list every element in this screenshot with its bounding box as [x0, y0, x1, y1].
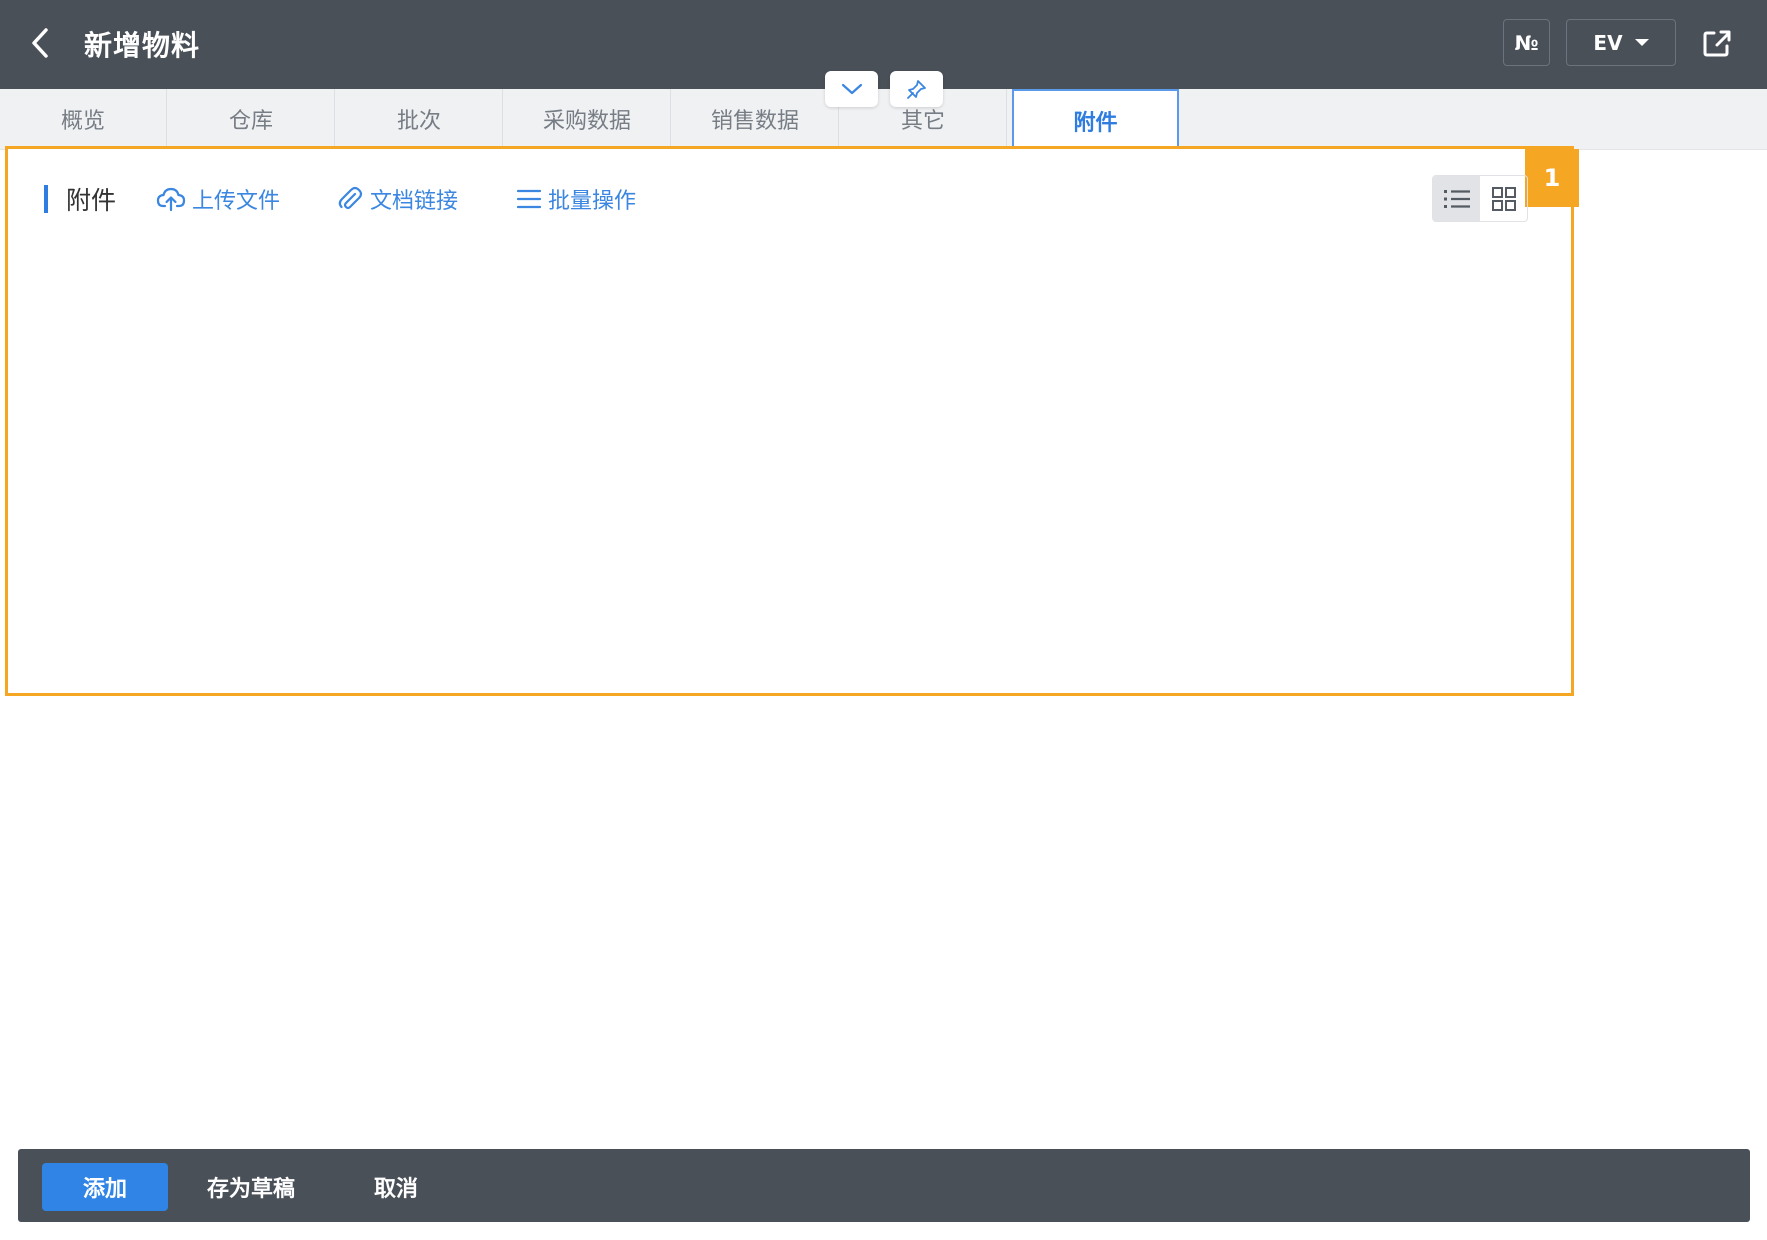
chevron-down-icon: [841, 83, 862, 95]
pin-button[interactable]: [890, 71, 943, 107]
section-marker: [44, 185, 48, 213]
collapse-button[interactable]: [825, 71, 878, 107]
back-icon[interactable]: [26, 26, 56, 60]
tab-label: 概览: [60, 109, 105, 134]
tab-label: 采购数据: [542, 109, 631, 134]
language-dropdown[interactable]: EV: [1566, 19, 1676, 66]
document-link-button[interactable]: 文档链接: [336, 183, 458, 215]
grid-view-button[interactable]: [1480, 176, 1527, 221]
tab-bar: 概览 仓库 批次 采购数据 销售数据 其它 附件: [0, 89, 1767, 150]
view-toggle: [1432, 175, 1528, 222]
share-icon[interactable]: [1700, 26, 1734, 60]
section-title: 附件: [66, 186, 117, 215]
grid-view-icon: [1491, 186, 1516, 211]
upload-file-label: 上传文件: [192, 189, 281, 214]
upload-file-button[interactable]: 上传文件: [156, 183, 280, 215]
tab-sales[interactable]: 销售数据: [672, 89, 839, 149]
page-title: 新增物料: [84, 29, 201, 62]
tab-warehouse[interactable]: 仓库: [168, 89, 335, 149]
tab-attachments[interactable]: 附件: [1012, 89, 1179, 150]
cancel-button[interactable]: 取消: [374, 1163, 418, 1211]
panel-number-badge: 1: [1525, 149, 1579, 207]
tab-label: 附件: [1073, 110, 1118, 136]
tab-label: 销售数据: [710, 109, 799, 134]
tab-batch[interactable]: 批次: [336, 89, 503, 149]
caret-down-icon: [1634, 39, 1649, 46]
cloud-upload-icon: [156, 187, 186, 212]
tab-label: 其它: [900, 109, 945, 134]
tab-purchasing[interactable]: 采购数据: [504, 89, 671, 149]
save-draft-button[interactable]: 存为草稿: [207, 1163, 295, 1211]
tab-label: 仓库: [228, 109, 273, 134]
app-header: 新增物料 № EV: [0, 0, 1767, 89]
tab-overview[interactable]: 概览: [0, 89, 167, 149]
batch-operation-button[interactable]: 批量操作: [516, 183, 636, 215]
number-button[interactable]: №: [1503, 19, 1550, 66]
tab-label: 批次: [396, 109, 441, 134]
list-view-icon: [1443, 189, 1470, 208]
paperclip-icon: [338, 186, 363, 210]
pin-icon: [906, 80, 926, 99]
add-button[interactable]: 添加: [42, 1163, 168, 1211]
list-view-button[interactable]: [1433, 176, 1480, 221]
batch-operation-label: 批量操作: [548, 189, 637, 214]
document-link-label: 文档链接: [370, 189, 459, 214]
menu-lines-icon: [516, 189, 542, 209]
attachments-panel: 1 附件 上传文件 文档链接 批量操作: [5, 146, 1579, 696]
number-label: №: [1514, 30, 1539, 55]
footer-action-bar: 添加 存为草稿 取消: [18, 1149, 1750, 1222]
language-label: EV: [1593, 30, 1623, 55]
